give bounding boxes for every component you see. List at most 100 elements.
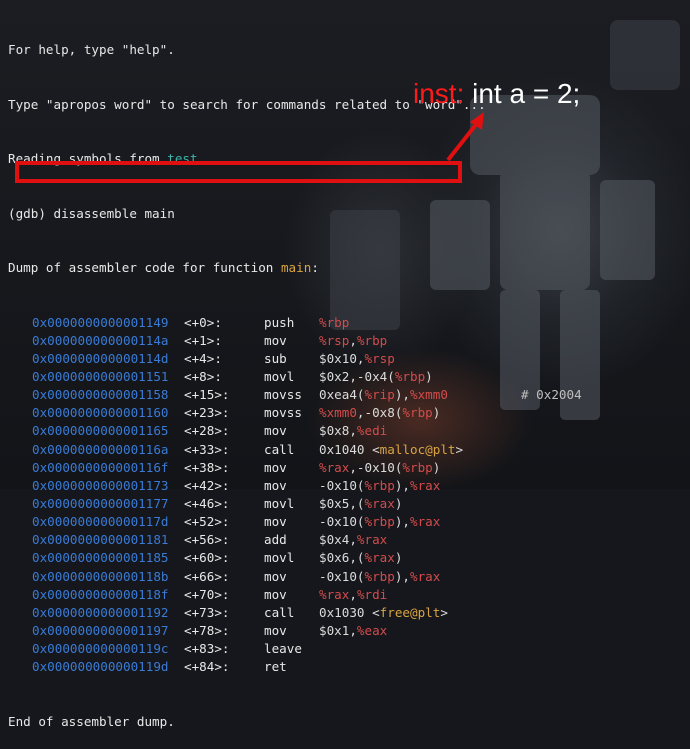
instruction-row: 0x000000000000117d <+52>: mov -0x10(%rbp),%… (8, 513, 486, 531)
dump-function-name: main (280, 260, 312, 276)
instruction-mnemonic: call (264, 604, 295, 620)
register-token: %rax (410, 514, 441, 530)
instruction-row: 0x000000000000114d <+4>: sub $0x10,%rsp (8, 350, 486, 368)
instruction-mnemonic: add (264, 532, 287, 548)
register-token: %rsp (364, 350, 395, 366)
instruction-address: 0x0000000000001177 (32, 495, 169, 511)
operand-token: , (349, 586, 357, 602)
instruction-offset: <+42>: (184, 477, 230, 493)
register-token: %xmm0 (319, 405, 357, 421)
instruction-offset: <+38>: (184, 459, 230, 475)
instruction-row: 0x000000000000116a <+33>: call 0x1040 <mall… (8, 441, 486, 459)
gdb-command-line: (gdb) disassemble main (8, 205, 175, 221)
register-token: %rbp (319, 314, 350, 330)
register-token: %rbp (364, 514, 395, 530)
operand-token: > (455, 441, 464, 457)
register-token: %rbp (394, 369, 426, 384)
instruction-mnemonic: movss (264, 387, 302, 403)
instruction-row: 0x0000000000001165 <+28>: mov $0x8,%edi (8, 422, 486, 440)
dump-header-line: Dump of assembler code for function main… (8, 259, 486, 277)
instruction-address: 0x000000000000116f (32, 459, 169, 475)
terminal-output: For help, type "help". Type "apropos wor… (8, 5, 582, 749)
instruction-mnemonic: mov (264, 332, 287, 348)
register-token: %eax (356, 622, 388, 638)
highlight-box (15, 161, 462, 183)
operand-token: ) (394, 550, 403, 566)
instruction-offset: <+15>: (184, 387, 230, 403)
register-token: %rsp (319, 332, 350, 348)
instruction-address: 0x0000000000001197 (32, 622, 169, 638)
register-token: %rax (356, 532, 388, 548)
instruction-address: 0x000000000000114d (32, 350, 169, 366)
operand-token: $0x1, (319, 622, 357, 638)
instruction-offset: <+4>: (184, 350, 222, 366)
instruction-offset: <+73>: (184, 604, 230, 620)
instruction-row: 0x0000000000001185 <+60>: movl $0x6,(%rax) (8, 549, 486, 567)
operand-token: ) (425, 369, 433, 384)
instruction-row: 0x0000000000001151 <+8>: movl $0x2,-0x4(%rb… (8, 368, 486, 386)
arrow-icon (446, 112, 484, 162)
instruction-operands: -0x10(%rbp),%rax (319, 569, 440, 584)
annotation-label: inst: int a = 2; (413, 78, 580, 110)
instruction-mnemonic: push (264, 314, 295, 330)
instruction-address: 0x0000000000001151 (32, 369, 169, 384)
operand-token: ) (394, 495, 403, 511)
instruction-address: 0x000000000000116a (32, 441, 169, 457)
end-of-dump-line: End of assembler dump. (8, 713, 175, 729)
instruction-offset: <+56>: (184, 532, 230, 548)
operand-token: $0x10, (319, 350, 365, 366)
instruction-offset: <+8>: (184, 369, 222, 384)
operand-token: ,-0x8( (356, 405, 403, 421)
instruction-row: 0x0000000000001197 <+78>: mov $0x1,%eax (8, 622, 486, 640)
help-line: For help, type "help". (8, 42, 175, 58)
operand-token: 0x1040 < (319, 441, 380, 457)
instruction-operands: -0x10(%rbp),%rax (319, 514, 440, 529)
instruction-operands: %rax,%rdi (319, 587, 387, 602)
operand-token: $0x5,( (319, 495, 365, 511)
register-token: %rbp (402, 459, 433, 475)
instruction-mnemonic: mov (264, 477, 287, 493)
instruction-operands: $0x10,%rsp (319, 351, 395, 366)
instruction-operands: $0x4,%rax (319, 532, 387, 547)
operand-token: -0x10( (319, 514, 365, 530)
instruction-address: 0x000000000000117d (32, 514, 169, 530)
register-token: %rbp (356, 332, 388, 348)
operand-token: ) (432, 405, 441, 421)
operand-token: ,-0x10( (349, 459, 403, 475)
instruction-mnemonic: mov (264, 514, 287, 530)
dump-suffix: : (311, 260, 319, 276)
instruction-operands: $0x2,-0x4(%rbp) (319, 369, 433, 384)
instruction-operands: $0x5,(%rax) (319, 496, 402, 511)
instruction-offset: <+46>: (184, 495, 230, 511)
instruction-address: 0x0000000000001185 (32, 550, 169, 566)
register-token: %rdi (356, 586, 388, 602)
instruction-row: 0x0000000000001160 <+23>: movss %xmm0,-0x8(… (8, 404, 486, 422)
instruction-address: 0x0000000000001181 (32, 532, 169, 548)
instruction-offset: <+70>: (184, 586, 230, 602)
instruction-row: 0x000000000000114a <+1>: mov %rsp,%rbp (8, 332, 486, 350)
instruction-operands: 0x1030 <free@plt> (319, 605, 448, 620)
register-token: %xmm0 (410, 387, 448, 403)
instruction-mnemonic: call (264, 441, 295, 457)
register-token: %edi (356, 423, 388, 439)
instruction-row: 0x0000000000001192 <+73>: call 0x1030 <free… (8, 604, 486, 622)
operand-token: ), (394, 387, 411, 403)
instruction-offset: <+83>: (184, 641, 230, 657)
instruction-offset: <+33>: (184, 441, 230, 457)
register-token: %rax (364, 550, 395, 566)
instruction-address: 0x0000000000001165 (32, 423, 169, 439)
operand-token: $0x2,-0x4( (319, 369, 395, 384)
operand-token: -0x10( (319, 477, 365, 493)
register-token: %rax (364, 495, 395, 511)
register-token: %rax (410, 568, 441, 584)
instruction-offset: <+60>: (184, 550, 230, 566)
instruction-offset: <+1>: (184, 332, 222, 348)
instruction-operands: $0x8,%edi (319, 423, 387, 438)
operand-token: ), (394, 568, 411, 584)
register-token: %rbp (402, 405, 433, 421)
instruction-offset: <+78>: (184, 622, 230, 638)
instruction-operands: %rsp,%rbp (319, 333, 387, 348)
instruction-offset: <+28>: (184, 423, 230, 439)
register-token: %rax (319, 586, 350, 602)
register-token: %rip (364, 387, 395, 403)
